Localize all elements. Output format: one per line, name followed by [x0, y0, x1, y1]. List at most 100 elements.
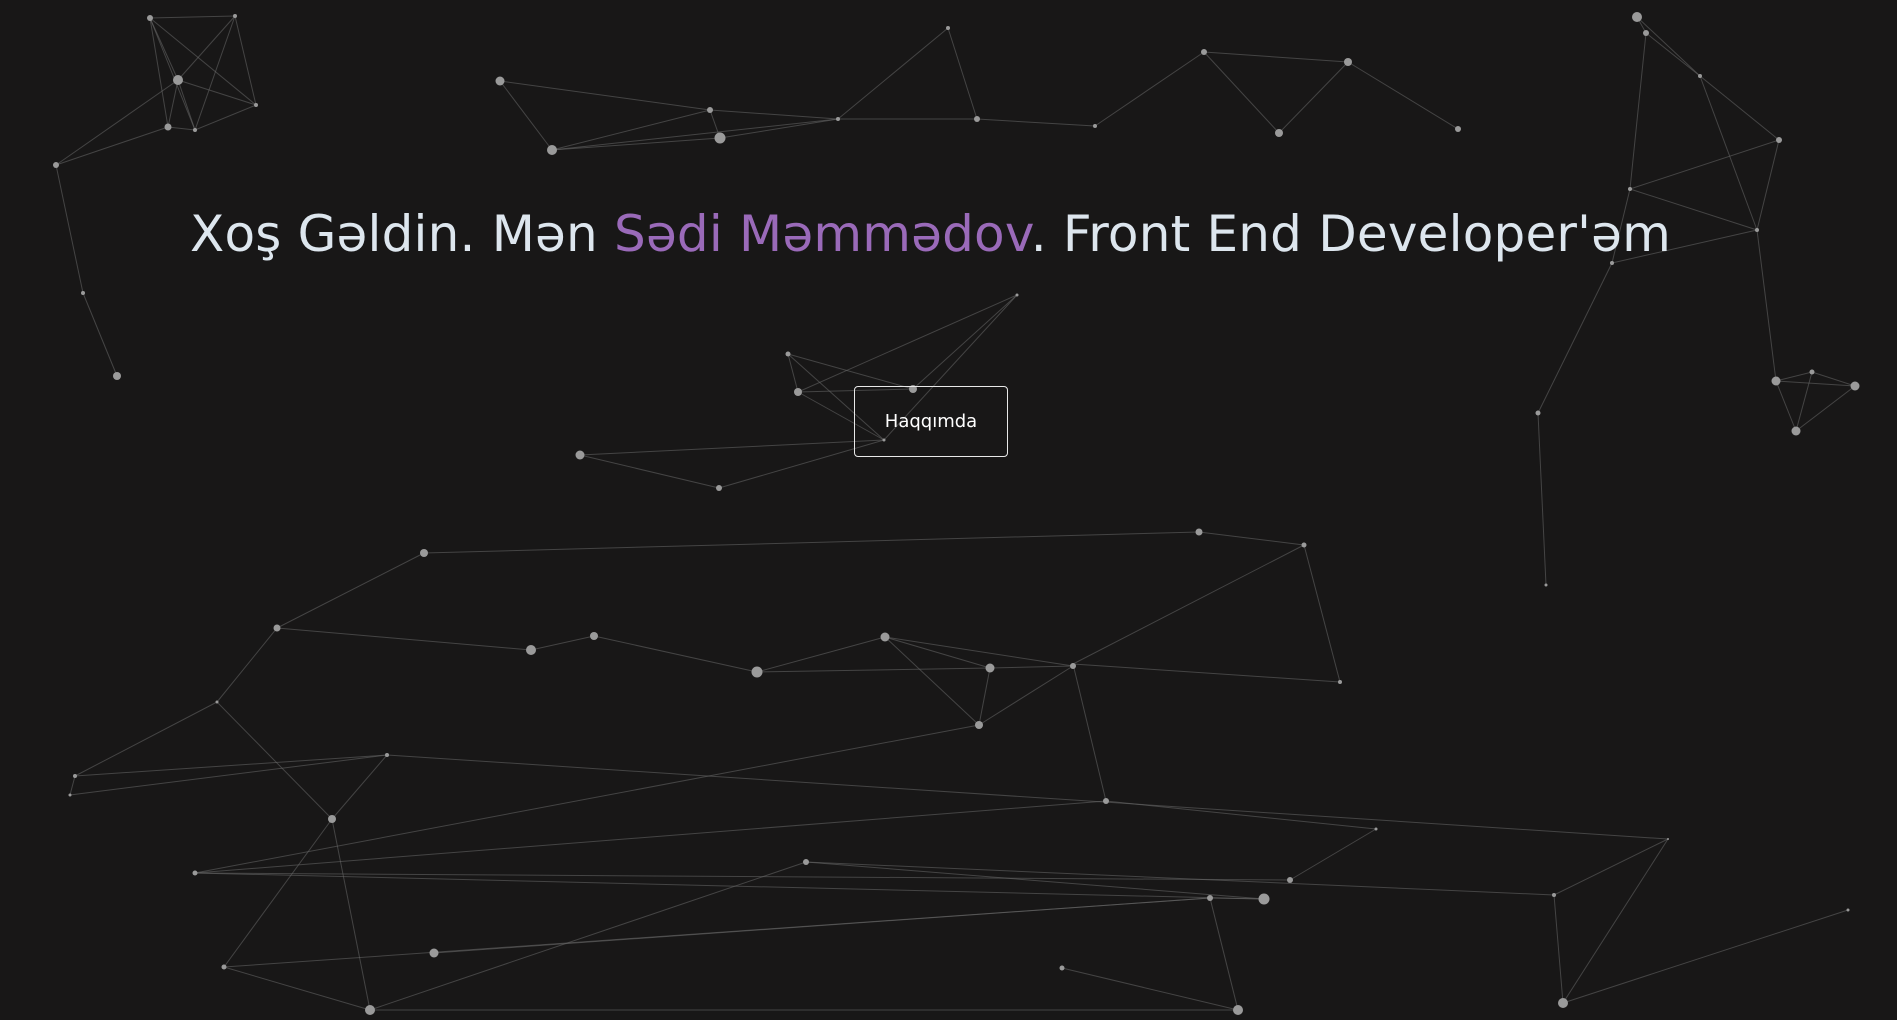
particle-link — [69, 754, 388, 796]
headline-name: Sədi Məmmədov — [614, 205, 1031, 263]
particle-link — [1537, 262, 1613, 414]
particle-link — [551, 118, 839, 151]
particle-link — [69, 775, 76, 796]
particle-link — [177, 79, 196, 131]
particle-dot — [1015, 293, 1019, 297]
particle-link — [82, 292, 118, 377]
particle-dot — [273, 624, 281, 632]
particle-link — [1629, 139, 1780, 190]
particle-dot — [1072, 663, 1074, 665]
particle-link — [709, 109, 839, 120]
particle-dot — [1201, 49, 1207, 55]
particle-dot — [81, 291, 85, 295]
particle-link — [530, 635, 595, 651]
particle-dot — [1344, 58, 1352, 66]
particle-link — [1795, 371, 1813, 432]
headline-greeting: Xoş Gəldin. Mən — [190, 205, 614, 263]
particle-link — [194, 800, 1107, 874]
particle-link — [787, 353, 799, 393]
particle-dot — [1258, 893, 1270, 905]
particle-dot — [193, 128, 197, 132]
particle-dot — [707, 107, 713, 113]
particle-dot — [68, 793, 72, 797]
particle-link — [331, 754, 388, 820]
particle-link — [1072, 663, 1341, 683]
particle-link — [1629, 32, 1647, 190]
particle-link — [579, 454, 720, 489]
particle-dot — [385, 753, 389, 757]
particle-link — [276, 552, 425, 629]
hero-section: Xoş Gəldin. Mən Sədi Məmmədov. Front End… — [0, 0, 1897, 1020]
particle-link — [149, 17, 169, 128]
particle-dot — [1850, 381, 1860, 391]
particle-dot — [1301, 542, 1307, 548]
particle-link — [912, 294, 1018, 390]
particle-dot — [1771, 376, 1781, 386]
particle-link — [177, 79, 257, 106]
particle-dot — [1552, 893, 1556, 897]
particle-dot — [495, 76, 505, 86]
particle-link — [1198, 531, 1305, 546]
particle-link — [976, 118, 1096, 127]
particle-dot — [716, 485, 722, 491]
particle-link — [423, 531, 1200, 554]
particle-link — [1072, 663, 1107, 802]
particle-link — [787, 353, 914, 390]
particle-link — [978, 665, 1074, 726]
particle-link — [499, 80, 553, 151]
particle-dot — [1195, 528, 1203, 536]
particle-link — [1553, 894, 1564, 1004]
about-button[interactable]: Haqqımda — [854, 386, 1008, 457]
particle-link — [1203, 51, 1349, 63]
particle-dot — [836, 117, 840, 121]
particle-link — [194, 104, 257, 131]
particle-dot — [53, 162, 59, 168]
particle-link — [1347, 61, 1459, 130]
particle-dot — [946, 26, 950, 30]
particle-dot — [1374, 827, 1378, 831]
particle-link — [234, 15, 257, 106]
particle-link — [55, 79, 179, 166]
particle-link — [1289, 828, 1377, 881]
particle-dot — [1698, 74, 1702, 78]
particle-link — [837, 27, 949, 120]
particle-dot — [1233, 1005, 1243, 1015]
particle-link — [719, 118, 839, 139]
particle-dot — [215, 700, 219, 704]
particle-link — [149, 17, 196, 131]
particle-dot — [785, 351, 791, 357]
particle-link — [223, 818, 333, 968]
particle-dot — [547, 145, 557, 155]
particle-link — [989, 665, 1074, 669]
particle-link — [1645, 32, 1701, 77]
particle-dot — [880, 632, 890, 642]
particle-dot — [328, 815, 336, 823]
particle-link — [167, 126, 196, 131]
particle-dot — [794, 388, 802, 396]
particle-link — [1203, 51, 1280, 134]
particle-link — [149, 15, 236, 19]
particle-link — [1775, 380, 1797, 432]
particle-dot — [1207, 895, 1213, 901]
particle-link — [1553, 838, 1669, 896]
particle-link — [1072, 544, 1305, 665]
particle-link — [1094, 51, 1205, 127]
particle-dot — [714, 132, 726, 144]
particle-link — [756, 636, 886, 673]
particle-dot — [575, 450, 585, 460]
particle-dot — [1535, 410, 1541, 416]
particle-link — [1636, 16, 1701, 77]
particle-link — [216, 701, 333, 820]
particle-dot — [526, 645, 536, 655]
particle-link — [1303, 544, 1341, 683]
particle-dot — [1776, 137, 1782, 143]
particle-dot — [1628, 187, 1632, 191]
particle-dot — [803, 859, 809, 865]
particle-link — [149, 17, 257, 106]
particle-dot — [1846, 908, 1850, 912]
particle-dot — [254, 103, 258, 107]
particle-link — [805, 861, 1555, 896]
particle-link — [1537, 412, 1547, 586]
particle-dot — [1338, 680, 1342, 684]
particle-dot — [1059, 965, 1065, 971]
